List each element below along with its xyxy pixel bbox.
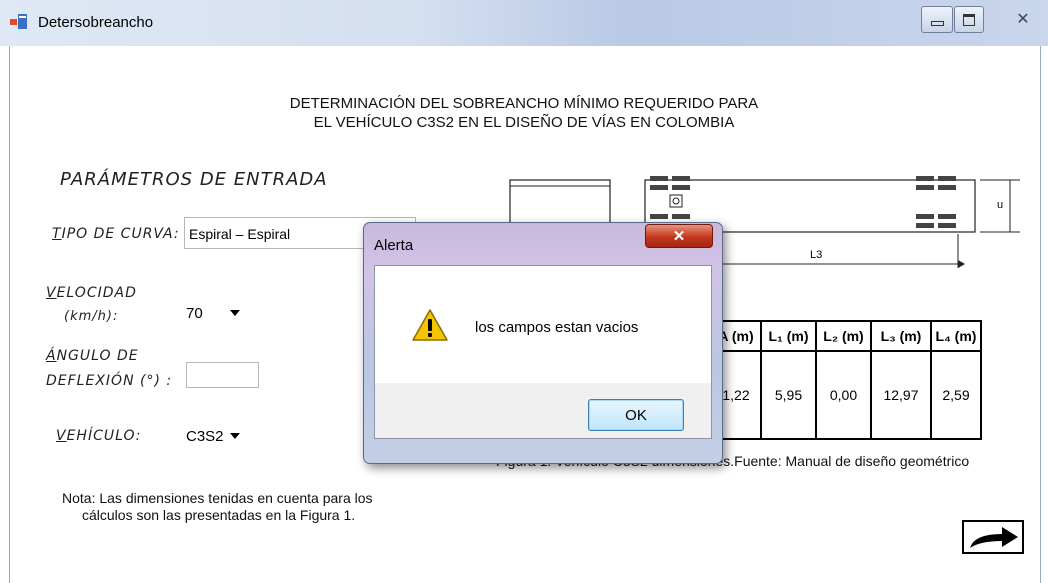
value-cell-l4: 2,59 [930,350,982,440]
value-cell-l2: 0,00 [815,350,872,440]
value-cell-l1: 5,95 [760,350,817,440]
angle-input[interactable] [186,362,259,388]
vehicle-select[interactable]: C3S2 [186,423,260,449]
dialog-message: los campos estan vacios [475,319,639,336]
heading-line-1: DETERMINACIÓN DEL SOBREANCHO MÍNIMO REQU… [289,95,759,112]
window-title: Detersobreancho [38,14,154,31]
vehicle-label: VEHÍCULO: [56,428,142,444]
app-icon [10,14,27,29]
ok-button[interactable]: OK [588,399,684,431]
close-window-button[interactable]: ✕ [1006,6,1040,31]
dimension-l3-label: L3 [810,249,822,261]
section-title: PARÁMETROS DE ENTRADA [60,169,328,190]
maximize-button[interactable] [954,6,984,33]
speed-value: 70 [186,304,203,322]
alert-dialog[interactable]: Alerta ✕ los campos estan vacios OK [363,222,723,464]
curve-type-value: Espiral – Espiral [189,226,291,242]
maximize-icon [963,13,975,26]
minimize-icon [930,21,944,26]
header-cell-l3: L₃ (m) [870,320,932,352]
note-line-2: cálculos son las presentadas en la Figur… [82,507,356,523]
dimensions-table: A (m) L₁ (m) L₂ (m) L₃ (m) L₄ (m) 1,22 5… [710,320,982,440]
close-icon: ✕ [672,228,686,245]
header-cell-l4: L₄ (m) [930,320,982,352]
next-button[interactable] [962,520,1024,554]
dialog-body: los campos estan vacios [374,265,712,385]
speed-unit-label: (km/h): [64,309,119,324]
angle-label: ÁNGULO DE [46,348,139,364]
curve-type-label: TIPO DE CURVA: [52,226,180,242]
speed-label: VELOCIDAD [46,285,137,301]
header-cell-l2: L₂ (m) [815,320,872,352]
dimension-u-label: u [997,199,1003,211]
value-cell-l3: 12,97 [870,350,932,440]
chevron-down-icon [230,310,240,316]
chevron-down-icon [230,433,240,439]
dimensions-header-row: A (m) L₁ (m) L₂ (m) L₃ (m) L₄ (m) [710,320,982,352]
window-titlebar[interactable]: Detersobreancho ✕ [0,0,1048,46]
arrow-right-icon [970,527,1018,548]
note-line-1: Nota: Las dimensiones tenidas en cuenta … [62,490,373,506]
vehicle-value: C3S2 [186,427,224,445]
dialog-close-button[interactable]: ✕ [645,224,713,248]
speed-select[interactable]: 70 [186,300,260,326]
warning-icon [412,309,448,341]
heading-line-2: EL VEHÍCULO C3S2 EN EL DISEÑO DE VÍAS EN… [313,114,735,131]
close-icon: ✕ [1016,10,1030,28]
header-cell-l1: L₁ (m) [760,320,817,352]
angle-label-line2: DEFLEXIÓN (°) : [46,373,173,389]
dialog-title: Alerta [374,237,414,254]
minimize-button[interactable] [921,6,953,33]
dimensions-value-row: 1,22 5,95 0,00 12,97 2,59 [710,350,982,440]
